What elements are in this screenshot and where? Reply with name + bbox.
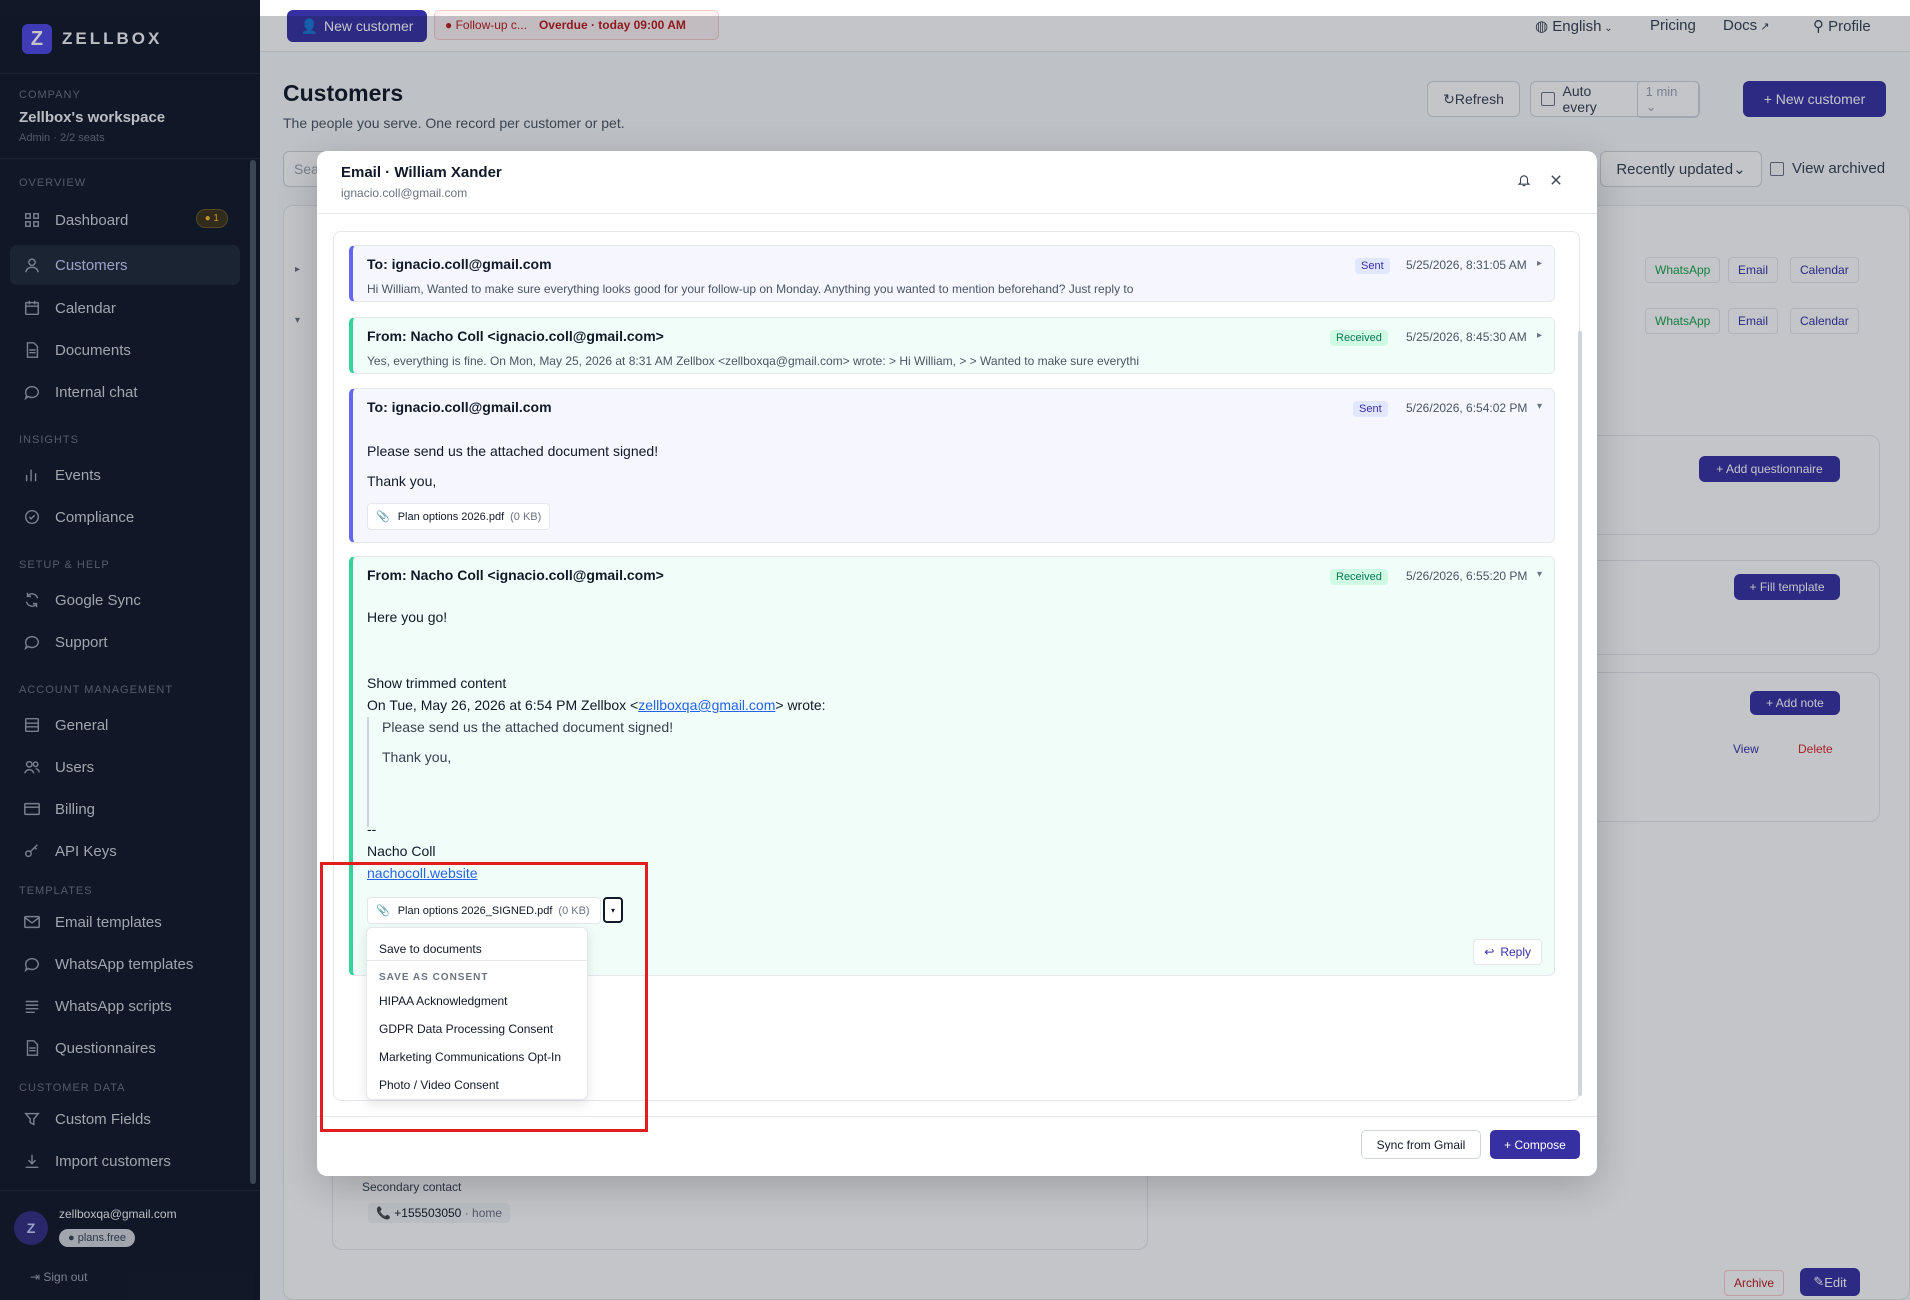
close-icon[interactable] (1545, 169, 1567, 191)
quoted-email-link[interactable]: zellboxqa@gmail.com (638, 697, 775, 713)
modal-subtitle: ignacio.coll@gmail.com (341, 186, 468, 200)
chevron-down-icon[interactable]: ▾ (1537, 401, 1542, 412)
reply-button[interactable]: ↩ Reply (1473, 939, 1542, 965)
status-badge: Sent (1355, 258, 1390, 274)
message-date: 5/25/2026, 8:31:05 AM (1406, 258, 1527, 272)
signature-name: Nacho Coll (367, 843, 436, 859)
quoted-line: Please send us the attached document sig… (382, 719, 674, 735)
status-badge: Sent (1353, 401, 1388, 417)
message-body-line: Please send us the attached document sig… (367, 443, 659, 459)
sync-gmail-button[interactable]: Sync from Gmail (1361, 1130, 1481, 1159)
compose-button[interactable]: + Compose (1490, 1130, 1580, 1159)
message-preview: Yes, everything is fine. On Mon, May 25,… (367, 354, 1139, 368)
quote-intro-b: > wrote: (775, 697, 826, 713)
paperclip-icon: 📎 (376, 511, 390, 523)
attachment-name: Plan options 2026.pdf (397, 510, 505, 523)
modal-title: Email · William Xander (341, 164, 502, 181)
message-header: From: Nacho Coll <ignacio.coll@gmail.com… (367, 328, 664, 344)
message-header: From: Nacho Coll <ignacio.coll@gmail.com… (367, 567, 664, 583)
attachment-chip[interactable]: 📎 Plan options 2026.pdf (0 KB) (367, 503, 551, 530)
message-header: To: ignacio.coll@gmail.com (367, 256, 552, 272)
quote-intro: On Tue, May 26, 2026 at 6:54 PM Zellbox … (367, 697, 826, 713)
reply-label: Reply (1500, 945, 1531, 959)
status-badge: Received (1330, 569, 1388, 585)
message-header: To: ignacio.coll@gmail.com (367, 399, 552, 415)
quote-intro-a: On Tue, May 26, 2026 at 6:54 PM Zellbox … (367, 697, 639, 713)
bell-icon[interactable] (1513, 169, 1535, 191)
divider (317, 213, 1597, 214)
show-trimmed-content[interactable]: Show trimmed content (367, 675, 506, 691)
message-date: 5/26/2026, 6:54:02 PM (1406, 401, 1528, 415)
chevron-down-icon[interactable]: ▾ (1537, 569, 1542, 580)
message-preview: Hi William, Wanted to make sure everythi… (367, 282, 1134, 296)
highlight-box (320, 862, 648, 1132)
quoted-line: Thank you, (382, 749, 452, 765)
signature-dashes: -- (367, 821, 377, 837)
chevron-right-icon[interactable]: ▸ (1537, 330, 1542, 341)
attachment-size: (0 KB) (510, 510, 542, 523)
message-date: 5/26/2026, 6:55:20 PM (1406, 569, 1528, 583)
quoted-block: Please send us the attached document sig… (367, 717, 673, 827)
reply-icon: ↩ (1484, 945, 1495, 959)
status-badge: Received (1330, 330, 1388, 346)
chevron-right-icon[interactable]: ▸ (1537, 258, 1542, 269)
thread-scrollbar[interactable] (1578, 331, 1582, 1096)
message-body-line: Here you go! (367, 609, 448, 625)
message-date: 5/25/2026, 8:45:30 AM (1406, 330, 1527, 344)
email-message[interactable]: To: ignacio.coll@gmail.com Hi William, W… (349, 245, 1555, 302)
message-body-line: Thank you, (367, 473, 437, 489)
email-message[interactable]: From: Nacho Coll <ignacio.coll@gmail.com… (349, 317, 1555, 374)
email-message[interactable]: To: ignacio.coll@gmail.com Sent 5/26/202… (349, 388, 1555, 543)
